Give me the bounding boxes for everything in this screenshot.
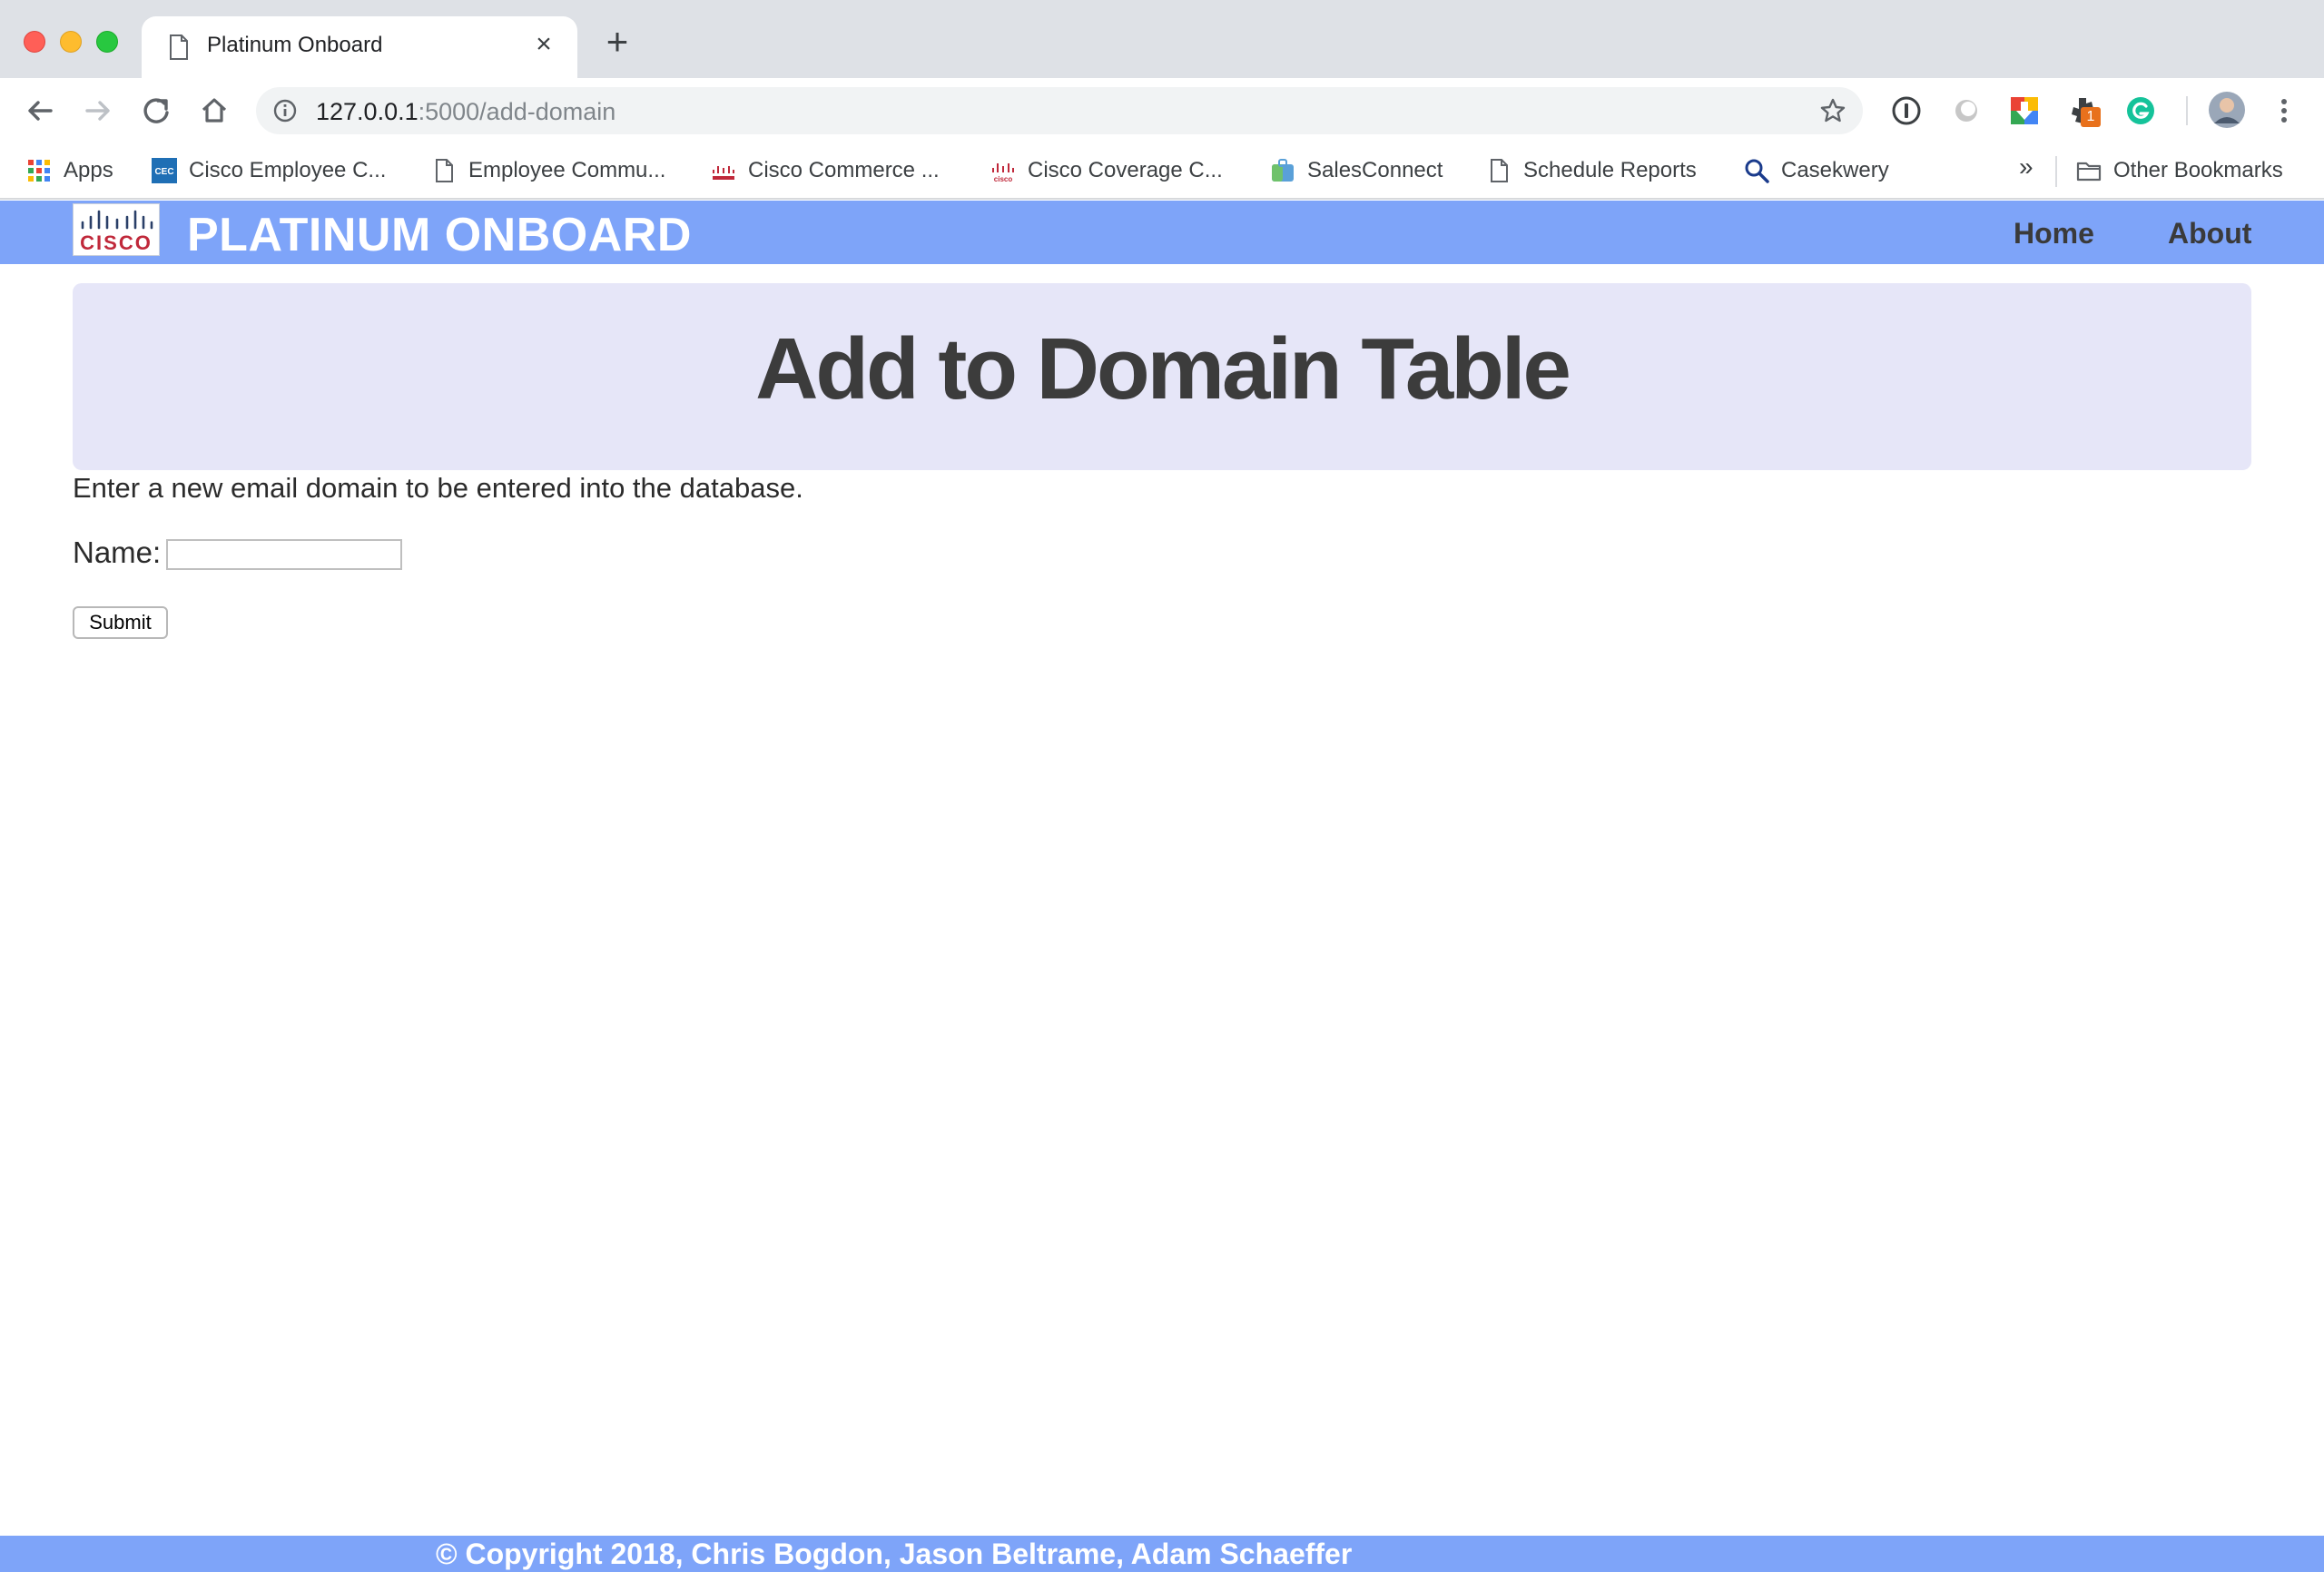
url-host: 127.0.0.1 bbox=[316, 98, 419, 125]
address-bar[interactable]: 127.0.0.1:5000/add-domain bbox=[256, 87, 1863, 134]
bookmarks-overflow-icon[interactable]: » bbox=[2019, 152, 2034, 182]
cisco-icon: cisco bbox=[992, 163, 1014, 183]
bookmark-label: Casekwery bbox=[1781, 158, 1889, 182]
bookmark-label: Cisco Commerce ... bbox=[748, 158, 940, 182]
url-path: :5000/add-domain bbox=[418, 98, 616, 125]
bookmark-label: Employee Commu... bbox=[468, 158, 666, 182]
apps-grid-icon bbox=[28, 160, 50, 182]
cisco-logo[interactable]: CISCO bbox=[73, 203, 160, 256]
site-footer: © Copyright 2018, Chris Bogdon, Jason Be… bbox=[0, 1536, 2324, 1572]
page-icon bbox=[436, 159, 453, 182]
home-icon[interactable] bbox=[194, 91, 234, 131]
bookmarks-divider bbox=[2055, 156, 2057, 187]
nav-about-link[interactable]: About bbox=[2168, 217, 2251, 251]
bookmark-salesconnect[interactable]: SalesConnect bbox=[1269, 154, 1443, 187]
bookmark-cisco-coverage[interactable]: cisco Cisco Coverage C... bbox=[990, 154, 1223, 187]
back-arrow-icon[interactable] bbox=[20, 91, 60, 131]
bookmark-label: Apps bbox=[64, 158, 113, 182]
tab-title: Platinum Onboard bbox=[207, 33, 383, 57]
name-label: Name: bbox=[73, 535, 162, 569]
intro-text: Enter a new email domain to be entered i… bbox=[73, 472, 803, 504]
submit-button[interactable]: Submit bbox=[73, 606, 168, 639]
url-text: 127.0.0.1:5000/add-domain bbox=[316, 98, 615, 126]
page-icon bbox=[1491, 159, 1508, 182]
bookmarks-bar: Apps CEC Cisco Employee C... Employee Co… bbox=[0, 143, 2324, 200]
bookmark-casekwery[interactable]: Casekwery bbox=[1743, 154, 1889, 187]
forward-arrow-icon[interactable] bbox=[78, 91, 118, 131]
document-icon bbox=[170, 34, 188, 60]
extension-badge: 1 bbox=[2081, 107, 2101, 127]
maximize-window-button[interactable] bbox=[96, 31, 118, 53]
logo-text: CISCO bbox=[80, 231, 153, 254]
svg-text:cisco: cisco bbox=[994, 175, 1013, 183]
browser-tab[interactable]: Platinum Onboard × bbox=[142, 16, 577, 78]
folder-icon bbox=[2076, 162, 2102, 182]
download-extension-icon[interactable] bbox=[2008, 94, 2041, 127]
grammarly-icon[interactable] bbox=[2124, 94, 2157, 127]
profile-avatar[interactable] bbox=[2208, 91, 2246, 129]
reload-icon[interactable] bbox=[136, 91, 176, 131]
bookmark-label: SalesConnect bbox=[1307, 158, 1443, 182]
page-title: Add to Domain Table bbox=[755, 320, 1571, 418]
site-info-icon[interactable] bbox=[272, 98, 298, 123]
minimize-window-button[interactable] bbox=[60, 31, 82, 53]
bookmark-label: Other Bookmarks bbox=[2113, 158, 2283, 182]
page-header-panel: Add to Domain Table bbox=[73, 283, 2251, 470]
bookmark-label: Cisco Coverage C... bbox=[1028, 158, 1223, 182]
onepassword-icon[interactable] bbox=[1890, 94, 1923, 127]
puzzle-extension-icon[interactable]: 1 bbox=[2066, 94, 2101, 127]
bookmark-label: Cisco Employee C... bbox=[189, 158, 387, 182]
toolbar-separator bbox=[2186, 96, 2188, 125]
site-brand[interactable]: PLATINUM ONBOARD bbox=[187, 208, 692, 262]
cec-icon: CEC bbox=[152, 158, 177, 183]
copyright-text: © Copyright 2018, Chris Bogdon, Jason Be… bbox=[436, 1538, 1353, 1570]
extension-circle-icon[interactable] bbox=[1950, 94, 1983, 127]
browser-titlebar: Platinum Onboard × + bbox=[0, 0, 2324, 78]
salesconnect-icon bbox=[1272, 159, 1294, 182]
bookmark-cisco-employee[interactable]: CEC Cisco Employee C... bbox=[151, 154, 386, 187]
bookmark-other[interactable]: Other Bookmarks bbox=[2075, 154, 2283, 187]
bookmark-schedule-reports[interactable]: Schedule Reports bbox=[1485, 154, 1697, 187]
bookmark-star-icon[interactable] bbox=[1819, 97, 1846, 124]
close-window-button[interactable] bbox=[24, 31, 45, 53]
domain-name-input[interactable] bbox=[166, 539, 402, 570]
search-icon bbox=[1745, 159, 1769, 183]
tab-close-icon[interactable]: × bbox=[528, 29, 559, 60]
svg-text:CEC: CEC bbox=[154, 167, 173, 177]
menu-kebab-icon[interactable] bbox=[2268, 94, 2300, 127]
bookmark-label: Schedule Reports bbox=[1523, 158, 1697, 182]
new-tab-button[interactable]: + bbox=[599, 23, 635, 61]
bookmark-cisco-commerce[interactable]: Cisco Commerce ... bbox=[710, 154, 940, 187]
site-navbar: CISCO PLATINUM ONBOARD Home About bbox=[0, 201, 2324, 264]
browser-toolbar: 127.0.0.1:5000/add-domain 1 bbox=[0, 78, 2324, 143]
bookmark-employee-comm[interactable]: Employee Commu... bbox=[430, 154, 665, 187]
nav-home-link[interactable]: Home bbox=[2014, 217, 2094, 251]
bookmark-apps[interactable]: Apps bbox=[25, 154, 113, 187]
cisco-icon bbox=[713, 166, 734, 180]
